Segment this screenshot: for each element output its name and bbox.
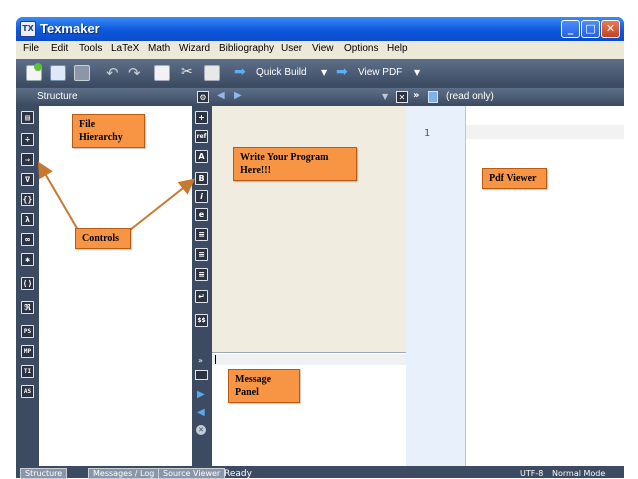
editor-options-icon[interactable]: ⚙: [197, 91, 209, 103]
source-viewer-tab[interactable]: Source Viewer: [158, 468, 226, 479]
new-line-icon[interactable]: ↵: [195, 290, 208, 303]
delimiters-icon[interactable]: {}: [21, 193, 34, 206]
relations-icon[interactable]: ⇒: [21, 153, 34, 166]
texmaker-app-icon: TX: [20, 21, 36, 37]
write-program-callout: Write Your Program Here!!!: [233, 147, 357, 181]
menu-bibliography[interactable]: Bibliography: [219, 43, 274, 54]
view-pdf-arrow-icon: ➡: [336, 64, 348, 80]
controls-callout: Controls: [75, 228, 131, 249]
paste-icon[interactable]: [204, 65, 220, 81]
menu-options[interactable]: Options: [344, 43, 378, 54]
operators-icon[interactable]: ÷: [21, 133, 34, 146]
metapost-icon[interactable]: MP: [21, 345, 34, 358]
greek-icon[interactable]: λ: [21, 213, 34, 226]
menu-view[interactable]: View: [312, 43, 334, 54]
minimize-button[interactable]: _: [561, 20, 580, 38]
message-panel-callout: Message Panel: [228, 369, 300, 403]
window-title: Texmaker: [40, 21, 100, 36]
bold-icon[interactable]: B: [195, 172, 208, 185]
pdf-document-icon: [428, 91, 438, 103]
menu-latex[interactable]: LaTeX: [111, 43, 139, 54]
cut-icon[interactable]: ✂: [181, 64, 193, 80]
menu-file[interactable]: File: [23, 43, 39, 54]
menu-bar: File Edit Tools LaTeX Math Wizard Biblio…: [16, 41, 624, 59]
text-cursor: [215, 355, 216, 364]
italic-icon[interactable]: i: [195, 190, 208, 203]
font-size-icon[interactable]: A: [195, 150, 208, 163]
message-cursor-line: [212, 354, 406, 365]
align-right-icon[interactable]: ≡: [195, 268, 208, 281]
quick-build-button[interactable]: Quick Build: [256, 67, 307, 78]
close-document-icon[interactable]: ✕: [396, 91, 408, 103]
undo-icon[interactable]: ↶: [106, 64, 119, 82]
align-center-icon[interactable]: ≡: [195, 248, 208, 261]
special-char-icon[interactable]: ℜ: [21, 301, 34, 314]
align-left-icon[interactable]: ≡: [195, 228, 208, 241]
quick-build-dropdown-icon[interactable]: ▼: [321, 68, 327, 77]
menu-tools[interactable]: Tools: [79, 43, 102, 54]
previous-error-icon[interactable]: ◀: [197, 407, 205, 418]
asymptote-icon[interactable]: AS: [21, 385, 34, 398]
close-button[interactable]: ✕: [601, 20, 620, 38]
next-document-icon[interactable]: ▶: [234, 90, 242, 101]
insert-icon[interactable]: +: [195, 111, 208, 124]
encoding-indicator: UTF-8: [520, 469, 544, 478]
menu-wizard[interactable]: Wizard: [179, 43, 210, 54]
pdf-viewer-callout: Pdf Viewer: [482, 168, 547, 189]
view-pdf-dropdown-icon[interactable]: ▼: [414, 68, 420, 77]
pstricks-icon[interactable]: PS: [21, 325, 34, 338]
structure-tab[interactable]: Structure: [20, 468, 68, 479]
messages-log-tab[interactable]: Messages / Log: [88, 468, 160, 479]
structure-title: Structure: [37, 91, 78, 102]
menu-help[interactable]: Help: [387, 43, 408, 54]
stop-process-icon[interactable]: ✕: [196, 425, 206, 435]
menu-edit[interactable]: Edit: [51, 43, 68, 54]
document-list-dropdown-icon[interactable]: ▼: [382, 92, 388, 101]
mode-indicator: Normal Mode: [552, 469, 606, 478]
title-bar: TX Texmaker _ □ ✕: [16, 17, 624, 41]
infinity-icon[interactable]: ∞: [21, 233, 34, 246]
pdf-viewer-area[interactable]: [466, 106, 624, 466]
emphasis-icon[interactable]: e: [195, 208, 208, 221]
read-only-label: (read only): [446, 91, 494, 102]
latex-symbol-toolbar: + ref A B i e ≡ ≡ ≡ ↵ $$ » ▶ ◀ ✕: [192, 106, 212, 466]
current-line-highlight: [466, 125, 624, 139]
toc-icon[interactable]: ▤: [21, 111, 34, 124]
main-toolbar: ↶ ↷ ✂ ➡ Quick Build ▼ ➡ View PDF ▼: [16, 59, 624, 87]
save-icon[interactable]: [74, 65, 90, 81]
redo-icon[interactable]: ↷: [128, 64, 141, 82]
expand-down-icon[interactable]: »: [198, 356, 203, 365]
menu-math[interactable]: Math: [148, 43, 170, 54]
line-number: 1: [424, 128, 431, 139]
menu-user[interactable]: User: [281, 43, 302, 54]
editor-header: ⚙ ◀ ▶ ▼ ✕ » (read only): [192, 88, 624, 106]
previous-document-icon[interactable]: ◀: [217, 90, 225, 101]
editor-area[interactable]: [212, 106, 406, 352]
nabla-icon[interactable]: ∇: [21, 173, 34, 186]
misc-symbols-icon[interactable]: ✱: [21, 253, 34, 266]
line-number-gutter: 1: [406, 106, 466, 466]
ref-icon[interactable]: ref: [195, 130, 208, 143]
maximize-button[interactable]: □: [581, 20, 600, 38]
copy-icon[interactable]: [154, 65, 170, 81]
open-file-icon[interactable]: [50, 65, 66, 81]
tikz-icon[interactable]: TI: [21, 365, 34, 378]
math-mode-icon[interactable]: $$: [195, 314, 208, 327]
view-pdf-button[interactable]: View PDF: [358, 67, 402, 78]
expand-panel-icon[interactable]: »: [413, 90, 419, 101]
brackets-icon[interactable]: ⟨⟩: [21, 277, 34, 290]
structure-panel[interactable]: [39, 106, 192, 466]
file-hierarchy-callout: File Hierarchy: [72, 114, 145, 148]
quick-build-arrow-icon: ➡: [234, 64, 246, 80]
structure-controls-toolbar: ▤ ÷ ⇒ ∇ {} λ ∞ ✱ ⟨⟩ ℜ PS MP TI AS: [16, 106, 39, 466]
console-icon[interactable]: [195, 370, 208, 380]
structure-header: Structure: [16, 88, 192, 106]
next-error-icon[interactable]: ▶: [197, 389, 205, 400]
new-file-plus-icon: [34, 63, 42, 71]
